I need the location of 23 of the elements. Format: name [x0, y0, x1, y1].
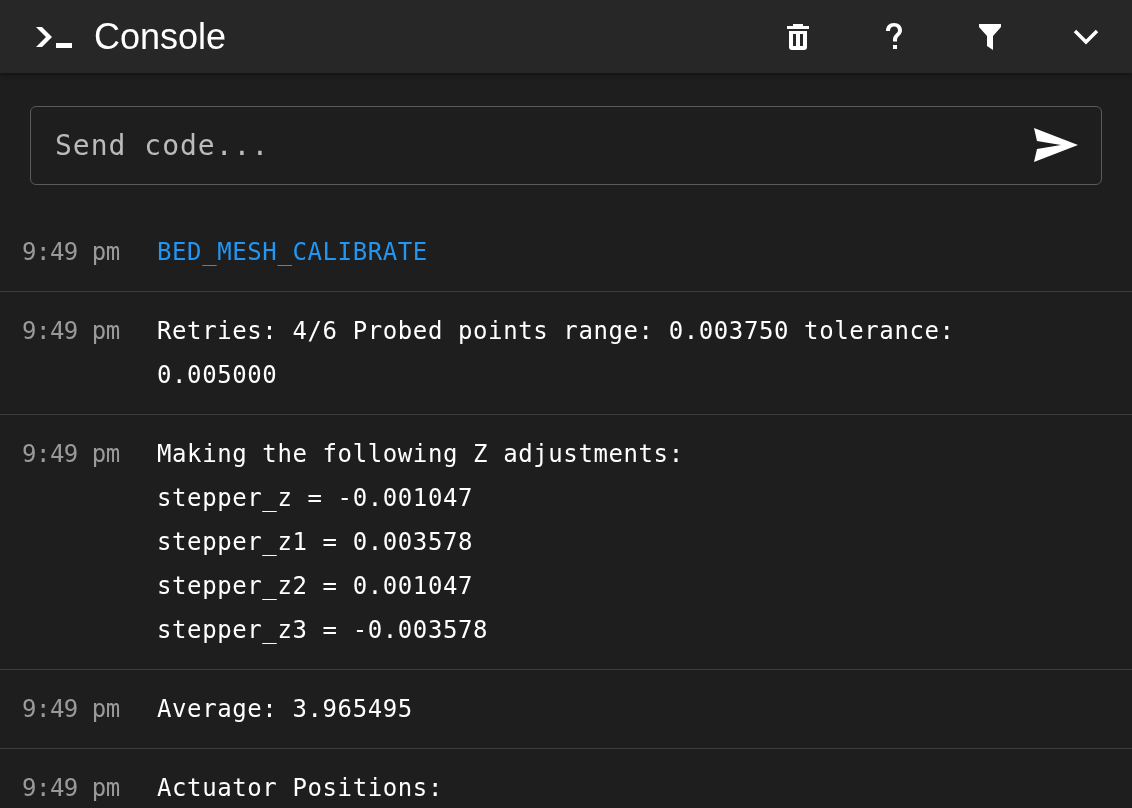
- help-icon: [885, 22, 903, 51]
- trash-icon: [787, 23, 809, 50]
- panel-title: Console: [94, 15, 228, 58]
- log-message: 0.005000: [157, 360, 279, 391]
- filter-icon: [979, 23, 1001, 50]
- log-message: Making the following Z adjustments:: [157, 439, 684, 470]
- log-timestamp: 9:49 pm: [22, 237, 121, 268]
- log-message: Average: 3.965495: [157, 694, 413, 725]
- log-message: stepper_z3 = -0.003578: [157, 615, 490, 646]
- chevron-down-icon: [1073, 28, 1099, 45]
- code-input-field[interactable]: Send code...: [30, 106, 1102, 185]
- log-timestamp: 9:49 pm: [22, 316, 121, 347]
- command-text: BED_MESH_CALIBRATE: [157, 237, 428, 268]
- send-icon[interactable]: [1034, 128, 1078, 162]
- log-timestamp: 9:49 pm: [22, 439, 121, 470]
- log-timestamp: 9:49 pm: [22, 773, 121, 804]
- console-prompt-icon: [34, 24, 74, 49]
- log-message: Retries: 4/6 Probed points range: 0.003750 tolerance:: [157, 316, 955, 347]
- log-message: stepper_z = -0.001047: [157, 483, 475, 514]
- log-message: Actuator Positions:: [157, 773, 443, 804]
- log-message: stepper_z2 = 0.001047: [157, 571, 475, 602]
- log-message: stepper_z1 = 0.003578: [157, 527, 475, 558]
- log-timestamp: 9:49 pm: [22, 694, 121, 725]
